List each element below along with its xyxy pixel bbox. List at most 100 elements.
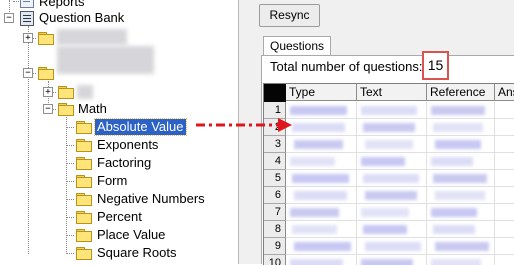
tree-connector	[66, 199, 74, 200]
redacted-cell-text	[363, 225, 407, 234]
folder-icon	[76, 157, 92, 170]
grid-cell[interactable]	[495, 136, 514, 153]
grid-cell[interactable]	[427, 170, 495, 187]
redacted-cell-text	[365, 242, 421, 251]
grid-cell[interactable]	[427, 119, 495, 136]
tree-item-place-value[interactable]: Place Value	[95, 227, 167, 243]
grid-cell[interactable]	[427, 187, 495, 204]
grid-cell[interactable]	[357, 204, 427, 221]
row-header[interactable]: 3	[264, 136, 286, 153]
redacted-cell-text	[290, 208, 339, 217]
row-header[interactable]: 6	[264, 187, 286, 204]
grid-cell[interactable]	[495, 119, 514, 136]
redacted-cell-text	[361, 157, 405, 166]
redacted-cell-text	[435, 191, 485, 200]
grid-cell[interactable]	[357, 238, 427, 255]
row-header[interactable]: 7	[264, 204, 286, 221]
tree-item-percent[interactable]: Percent	[95, 209, 144, 225]
grid-cell[interactable]	[495, 170, 514, 187]
grid-cell[interactable]	[286, 204, 357, 221]
redacted-cell-text	[435, 140, 481, 149]
redacted-cell-text	[290, 157, 335, 166]
grid-cell[interactable]	[286, 119, 357, 136]
row-header[interactable]: 4	[264, 153, 286, 170]
grid-cell[interactable]	[286, 170, 357, 187]
grid-corner	[264, 84, 286, 102]
redacted-cell-text	[435, 242, 489, 251]
folder-icon	[58, 103, 74, 116]
grid-cell[interactable]	[495, 153, 514, 170]
row-header[interactable]: 8	[264, 221, 286, 238]
grid-cell[interactable]	[357, 153, 427, 170]
redacted-cell-text	[431, 259, 481, 265]
tree-item-negative-numbers[interactable]: Negative Numbers	[95, 191, 207, 207]
redacted-cell-text	[361, 208, 409, 217]
grid-cell[interactable]	[357, 136, 427, 153]
tree-item-factoring[interactable]: Factoring	[95, 155, 153, 171]
grid-cell[interactable]	[495, 187, 514, 204]
redacted-cell-text	[433, 225, 475, 234]
tree-item-math[interactable]: Math	[76, 101, 109, 117]
resync-button[interactable]: Resync	[259, 4, 320, 27]
grid-cell[interactable]	[495, 102, 514, 119]
expand-icon[interactable]: +	[23, 33, 33, 43]
grid-cell[interactable]	[495, 221, 514, 238]
grid-cell[interactable]	[427, 238, 495, 255]
column-header-type[interactable]: Type	[286, 84, 357, 101]
tree-connector	[66, 145, 74, 146]
folder-icon	[38, 32, 54, 45]
grid-cell[interactable]	[286, 187, 357, 204]
row-header[interactable]: 9	[264, 238, 286, 255]
redacted-label	[77, 85, 93, 99]
redacted-cell-text	[361, 106, 417, 115]
grid-cell[interactable]	[286, 153, 357, 170]
grid-cell[interactable]	[427, 136, 495, 153]
tree-connector	[66, 163, 74, 164]
redacted-cell-text	[294, 191, 347, 200]
grid-cell[interactable]	[357, 102, 427, 119]
redacted-cell-text	[292, 225, 337, 234]
grid-cell[interactable]	[495, 204, 514, 221]
tab-questions[interactable]: Questions	[263, 36, 332, 57]
grid-cell[interactable]	[427, 153, 495, 170]
grid-cell[interactable]	[357, 187, 427, 204]
collapse-icon[interactable]: −	[4, 13, 14, 23]
grid-cell[interactable]	[286, 221, 357, 238]
grid-cell[interactable]	[286, 136, 357, 153]
tree-item-form[interactable]: Form	[95, 173, 129, 189]
tree-item-reports[interactable]: Reports	[37, 0, 87, 10]
collapse-icon[interactable]: −	[23, 68, 33, 78]
tree-connector	[66, 235, 74, 236]
tree-item-exponents[interactable]: Exponents	[95, 137, 160, 153]
tree-item-question-bank[interactable]: Question Bank	[37, 10, 126, 26]
tree-connector	[66, 181, 74, 182]
redacted-cell-text	[292, 123, 345, 132]
row-header[interactable]: 5	[264, 170, 286, 187]
tree-connector	[28, 26, 29, 254]
grid-cell[interactable]	[286, 238, 357, 255]
column-header-reference[interactable]: Reference	[427, 84, 495, 101]
folder-icon	[76, 193, 92, 206]
tree-item-square-roots[interactable]: Square Roots	[95, 245, 179, 261]
grid-cell[interactable]	[427, 221, 495, 238]
tree-item-absolute-value[interactable]: Absolute Value	[94, 118, 187, 136]
grid-cell[interactable]	[427, 204, 495, 221]
grid-cell[interactable]	[495, 238, 514, 255]
grid-cell[interactable]	[357, 170, 427, 187]
column-header-answer[interactable]: Ans	[495, 84, 514, 101]
grid-cell[interactable]	[286, 102, 357, 119]
grid-cell[interactable]	[357, 221, 427, 238]
folder-icon	[76, 121, 92, 134]
redacted-cell-text	[363, 174, 419, 183]
expand-icon[interactable]: +	[43, 87, 53, 97]
column-header-text[interactable]: Text	[357, 84, 427, 101]
grid-cell[interactable]	[427, 102, 495, 119]
tree-connector	[66, 253, 74, 254]
redacted-cell-text	[365, 191, 417, 200]
collapse-icon[interactable]: −	[43, 104, 53, 114]
tree-connector	[66, 117, 67, 254]
redacted-cell-text	[294, 140, 343, 149]
total-questions-label: Total number of questions:	[270, 59, 423, 74]
redacted-cell-text	[431, 157, 473, 166]
grid-cell[interactable]	[357, 119, 427, 136]
